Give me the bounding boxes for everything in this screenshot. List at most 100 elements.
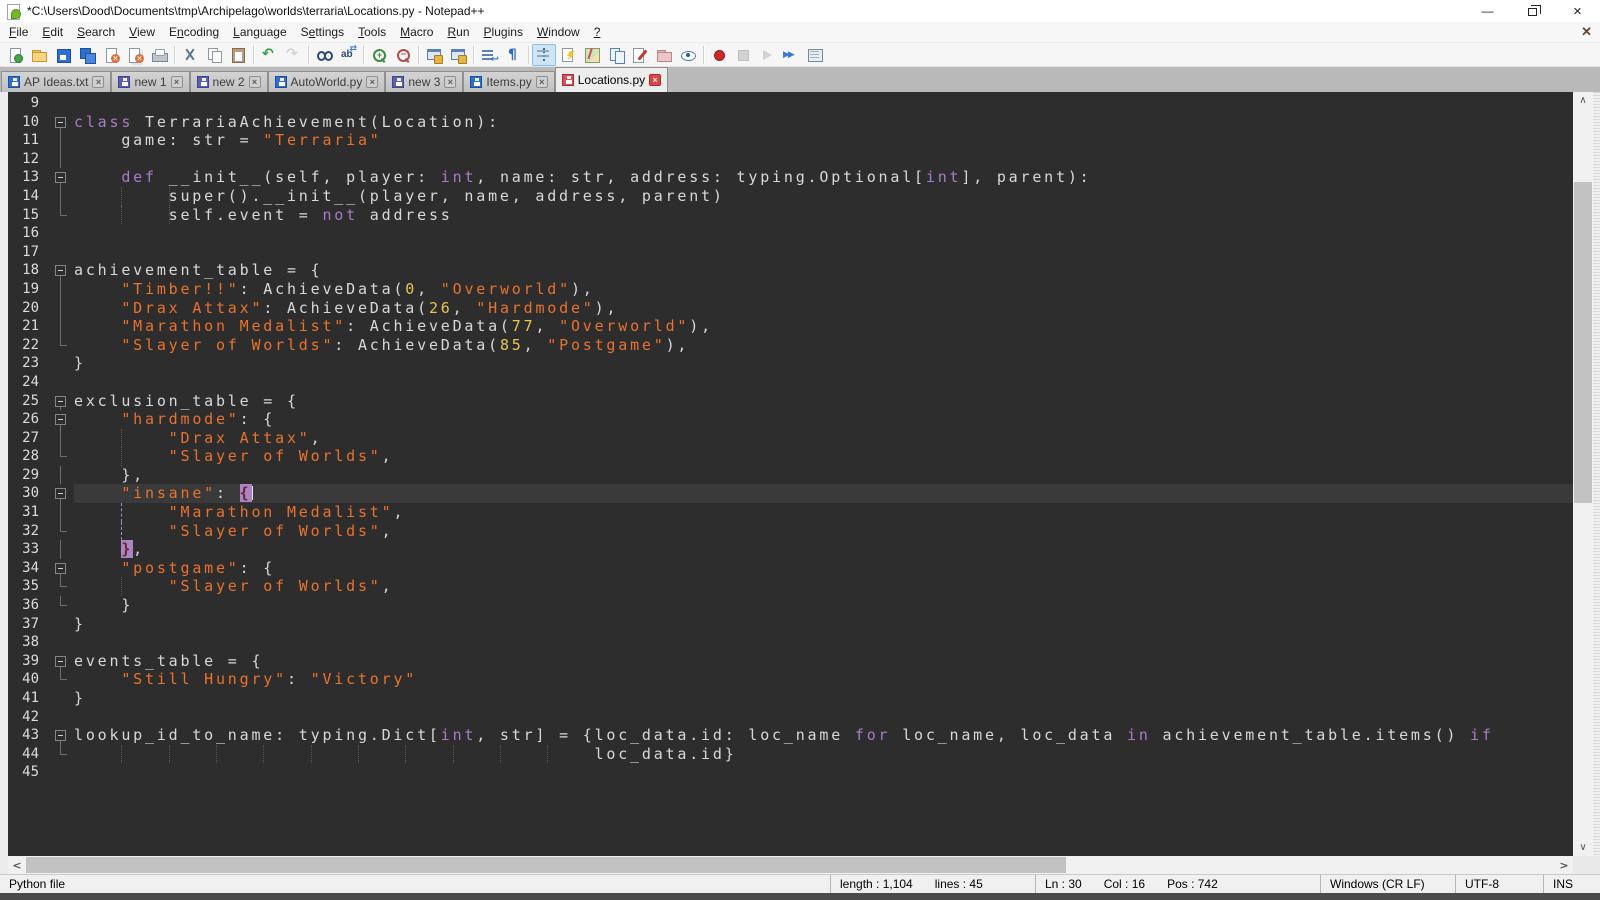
tab-close-icon[interactable]: × [92,76,104,88]
open-file-button[interactable] [27,44,51,66]
find-button[interactable] [312,44,336,66]
status-typing-mode[interactable]: INS [1543,875,1600,893]
scroll-left-icon[interactable]: < [8,856,26,874]
menu-file[interactable]: File [2,23,35,41]
menu-language[interactable]: Language [226,23,294,41]
code-text[interactable]: }, [74,540,1573,559]
code-text[interactable] [74,150,1573,169]
close-all-button[interactable] [123,44,147,66]
horizontal-scrollbar[interactable]: < > [8,856,1573,874]
menu-macro[interactable]: Macro [393,23,440,41]
tab-items-py[interactable]: Items.py× [463,71,554,92]
close-button[interactable]: × [1555,0,1600,22]
code-text[interactable]: super().__init__(player, name, address, … [74,187,1573,206]
fold-collapse-icon[interactable] [55,414,66,425]
save-all-button[interactable] [75,44,99,66]
code-text[interactable]: }, [74,466,1573,485]
undo-button[interactable] [257,44,281,66]
vertical-scrollbar[interactable]: ∧ ∨ [1573,92,1593,856]
menu-search[interactable]: Search [70,23,122,41]
fold-toggle[interactable] [48,726,74,745]
code-text[interactable]: game: str = "Terraria" [74,131,1573,150]
code-text[interactable]: lookup_id_to_name: typing.Dict[int, str]… [74,726,1573,745]
code-text[interactable]: "Slayer of Worlds", [74,577,1573,596]
scroll-right-icon[interactable]: > [1555,856,1573,874]
tab-close-icon[interactable]: × [444,76,456,88]
fold-collapse-icon[interactable] [55,172,66,183]
code-text[interactable]: "hardmode": { [74,410,1573,429]
fold-collapse-icon[interactable] [55,117,66,128]
copy-button[interactable] [202,44,226,66]
macro-save-button[interactable] [803,44,827,66]
menu-edit[interactable]: Edit [35,23,70,41]
replace-button[interactable] [336,44,360,66]
code-text[interactable] [74,224,1573,243]
vertical-scroll-track[interactable] [1573,109,1593,839]
code-text[interactable]: exclusion_table = { [74,392,1573,411]
code-text-current-line[interactable]: "insane": { [74,484,1573,503]
fold-toggle[interactable] [48,559,74,578]
code-text[interactable]: events_table = { [74,652,1573,671]
code-text[interactable] [74,373,1573,392]
code-text[interactable]: "Still Hungry": "Victory" [74,670,1573,689]
macro-play-button[interactable] [755,44,779,66]
macro-record-button[interactable] [707,44,731,66]
file-monitoring-button[interactable] [676,44,700,66]
code-text[interactable]: "Marathon Medalist", [74,503,1573,522]
tab-close-icon[interactable]: × [249,76,261,88]
sync-vertical-scroll-button[interactable] [422,44,446,66]
code-text[interactable]: } [74,596,1573,615]
macro-stop-button[interactable] [731,44,755,66]
code-text[interactable]: "Slayer of Worlds", [74,447,1573,466]
horizontal-scroll-track[interactable] [26,856,1555,874]
scroll-down-icon[interactable]: ∨ [1573,839,1593,856]
code-text[interactable] [74,763,1573,782]
close-document-icon[interactable]: ✕ [1581,24,1592,40]
code-text[interactable]: } [74,354,1573,373]
folder-as-workspace-button[interactable] [652,44,676,66]
fold-toggle[interactable] [48,113,74,132]
fold-collapse-icon[interactable] [55,488,66,499]
zoom-in-button[interactable] [367,44,391,66]
fold-collapse-icon[interactable] [55,656,66,667]
menu-encoding[interactable]: Encoding [162,23,226,41]
code-text[interactable] [74,708,1573,727]
vertical-scroll-thumb[interactable] [1574,182,1592,503]
code-text[interactable]: "Timber!!": AchieveData(0, "Overworld"), [74,280,1573,299]
code-text[interactable]: self.event = not address [74,206,1573,225]
scroll-up-icon[interactable]: ∧ [1573,92,1593,109]
new-file-button[interactable] [3,44,27,66]
redo-button[interactable] [281,44,305,66]
minimize-button[interactable]: — [1465,0,1510,22]
status-encoding[interactable]: UTF-8 [1455,875,1543,893]
macro-run-multiple-button[interactable] [779,44,803,66]
code-text[interactable] [74,633,1573,652]
tab-close-icon[interactable]: × [536,76,548,88]
tab-locations-py[interactable]: Locations.py× [555,67,668,92]
code-text[interactable] [74,94,1573,113]
menu-run[interactable]: Run [440,23,476,41]
fold-toggle[interactable] [48,652,74,671]
tab-close-icon[interactable]: × [649,74,661,86]
fold-toggle[interactable] [48,484,74,503]
restore-button[interactable] [1510,0,1555,22]
paste-button[interactable] [226,44,250,66]
show-indent-guide-button[interactable] [532,44,556,66]
sync-horizontal-scroll-button[interactable] [446,44,470,66]
fold-collapse-icon[interactable] [55,396,66,407]
tab-autoworld-py[interactable]: AutoWorld.py× [268,71,386,92]
code-text[interactable]: } [74,615,1573,634]
tab-ap-ideas-txt[interactable]: AP Ideas.txt× [1,71,111,92]
fold-toggle[interactable] [48,168,74,187]
horizontal-scroll-thumb[interactable] [26,857,1066,873]
code-text[interactable]: achievement_table = { [74,261,1573,280]
fold-collapse-icon[interactable] [55,563,66,574]
word-wrap-button[interactable] [477,44,501,66]
code-text[interactable]: "Slayer of Worlds": AchieveData(85, "Pos… [74,336,1573,355]
code-text[interactable]: class TerrariaAchievement(Location): [74,113,1573,132]
menu-view[interactable]: View [122,23,162,41]
cut-button[interactable] [178,44,202,66]
close-file-button[interactable] [99,44,123,66]
code-text[interactable] [74,243,1573,262]
menu-window[interactable]: Window [530,23,587,41]
